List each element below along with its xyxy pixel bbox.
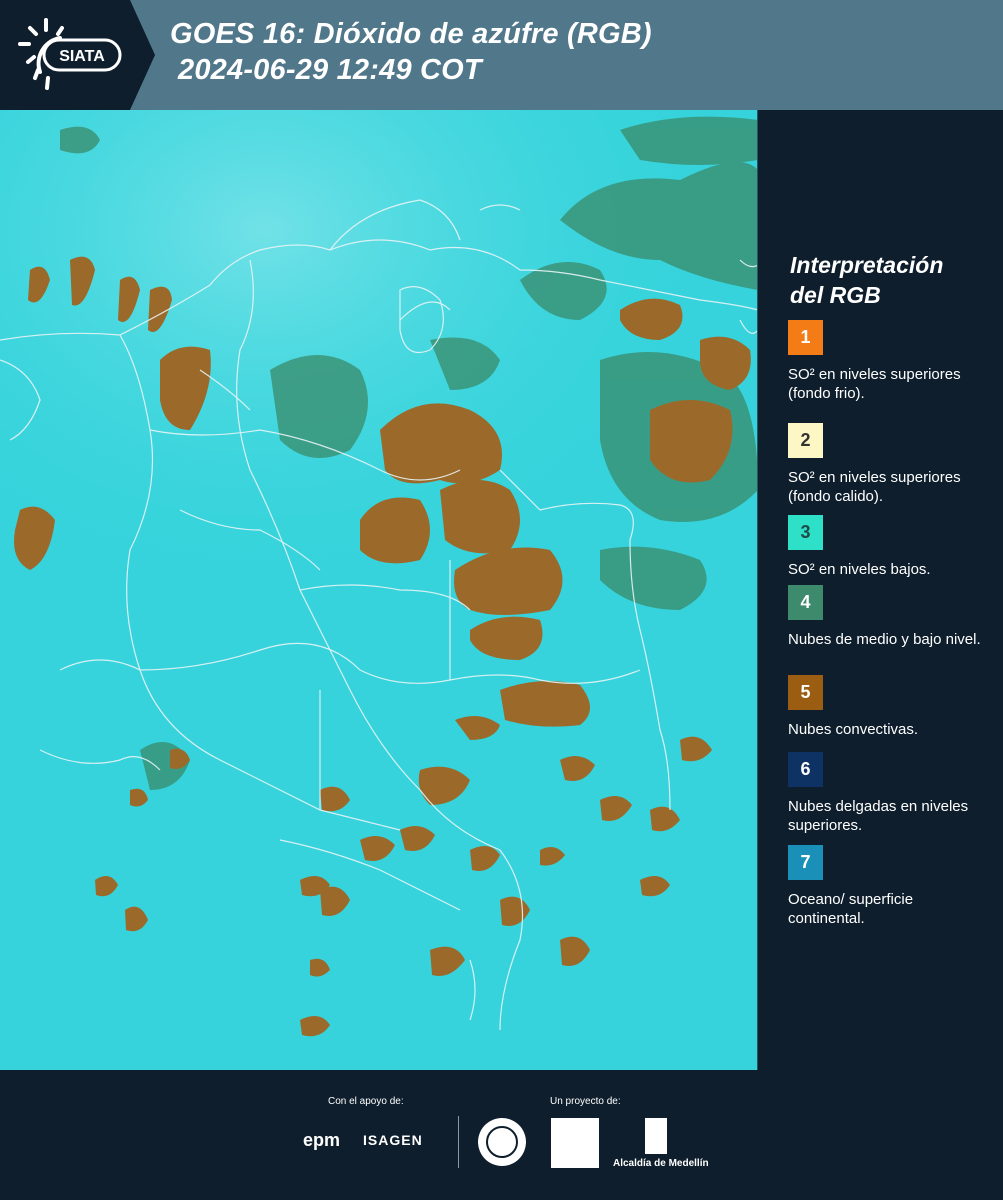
legend-swatch: 6 — [788, 752, 823, 787]
legend-item: 1 SO² en niveles superiores (fondo frio). — [788, 320, 988, 403]
page-title: GOES 16: Dióxido de azúfre (RGB) 2024-06… — [170, 16, 652, 88]
header: SIATA GOES 16: Dióxido de azúfre (RGB) 2… — [0, 0, 1003, 110]
legend-item: 5 Nubes convectivas. — [788, 675, 988, 739]
project-label: Un proyecto de: — [550, 1096, 621, 1107]
legend-swatch: 7 — [788, 845, 823, 880]
isagen-logo: ISAGEN — [363, 1132, 423, 1148]
map-image — [0, 110, 757, 1070]
alcaldia-shield-icon — [645, 1118, 667, 1154]
legend-label: SO² en niveles bajos. — [788, 561, 931, 578]
legend-swatch: 1 — [788, 320, 823, 355]
legend-swatch: 4 — [788, 585, 823, 620]
legend-label: SO² en niveles superiores (fondo calido)… — [788, 469, 961, 505]
legend-label: Nubes de medio y bajo nivel. — [788, 631, 981, 648]
logo-text: SIATA — [59, 48, 105, 65]
legend-panel: Interpretación del RGB 1 SO² en niveles s… — [758, 110, 1003, 1070]
footer: Con el apoyo de: Un proyecto de: epm ISA… — [0, 1070, 1003, 1200]
legend-swatch: 5 — [788, 675, 823, 710]
alcaldia-label: Alcaldía de Medellín — [613, 1158, 709, 1169]
area-metropolitana-logo — [551, 1118, 599, 1168]
legend-swatch: 2 — [788, 423, 823, 458]
legend-title-line-2: del RGB — [790, 282, 881, 308]
satellite-map[interactable] — [0, 110, 758, 1070]
legend-item: 3 SO² en niveles bajos. — [788, 515, 988, 579]
legend-title-line-1: Interpretación — [790, 252, 944, 278]
legend-label: SO² en niveles superiores (fondo frio). — [788, 366, 961, 402]
legend-item: 2 SO² en niveles superiores (fondo calido… — [788, 423, 988, 506]
legend-label: Nubes convectivas. — [788, 721, 919, 738]
legend-item: 6 Nubes delgadas en niveles superiores. — [788, 752, 988, 835]
medellin-seal-icon — [478, 1118, 526, 1166]
legend-title: Interpretación del RGB — [790, 250, 943, 310]
title-line-1: GOES 16: Dióxido de azúfre (RGB) — [170, 18, 652, 50]
support-label: Con el apoyo de: — [328, 1096, 404, 1107]
epm-logo: epm — [303, 1130, 341, 1150]
legend-swatch: 3 — [788, 515, 823, 550]
siata-logo: SIATA — [0, 0, 160, 110]
footer-divider — [458, 1116, 459, 1168]
legend-item: 7 Oceano/ superficie continental. — [788, 845, 988, 928]
title-line-2: 2024-06-29 12:49 COT — [178, 54, 482, 86]
legend-label: Nubes delgadas en niveles superiores. — [788, 798, 969, 834]
legend-item: 4 Nubes de medio y bajo nivel. — [788, 585, 988, 649]
legend-label: Oceano/ superficie continental. — [788, 891, 914, 927]
